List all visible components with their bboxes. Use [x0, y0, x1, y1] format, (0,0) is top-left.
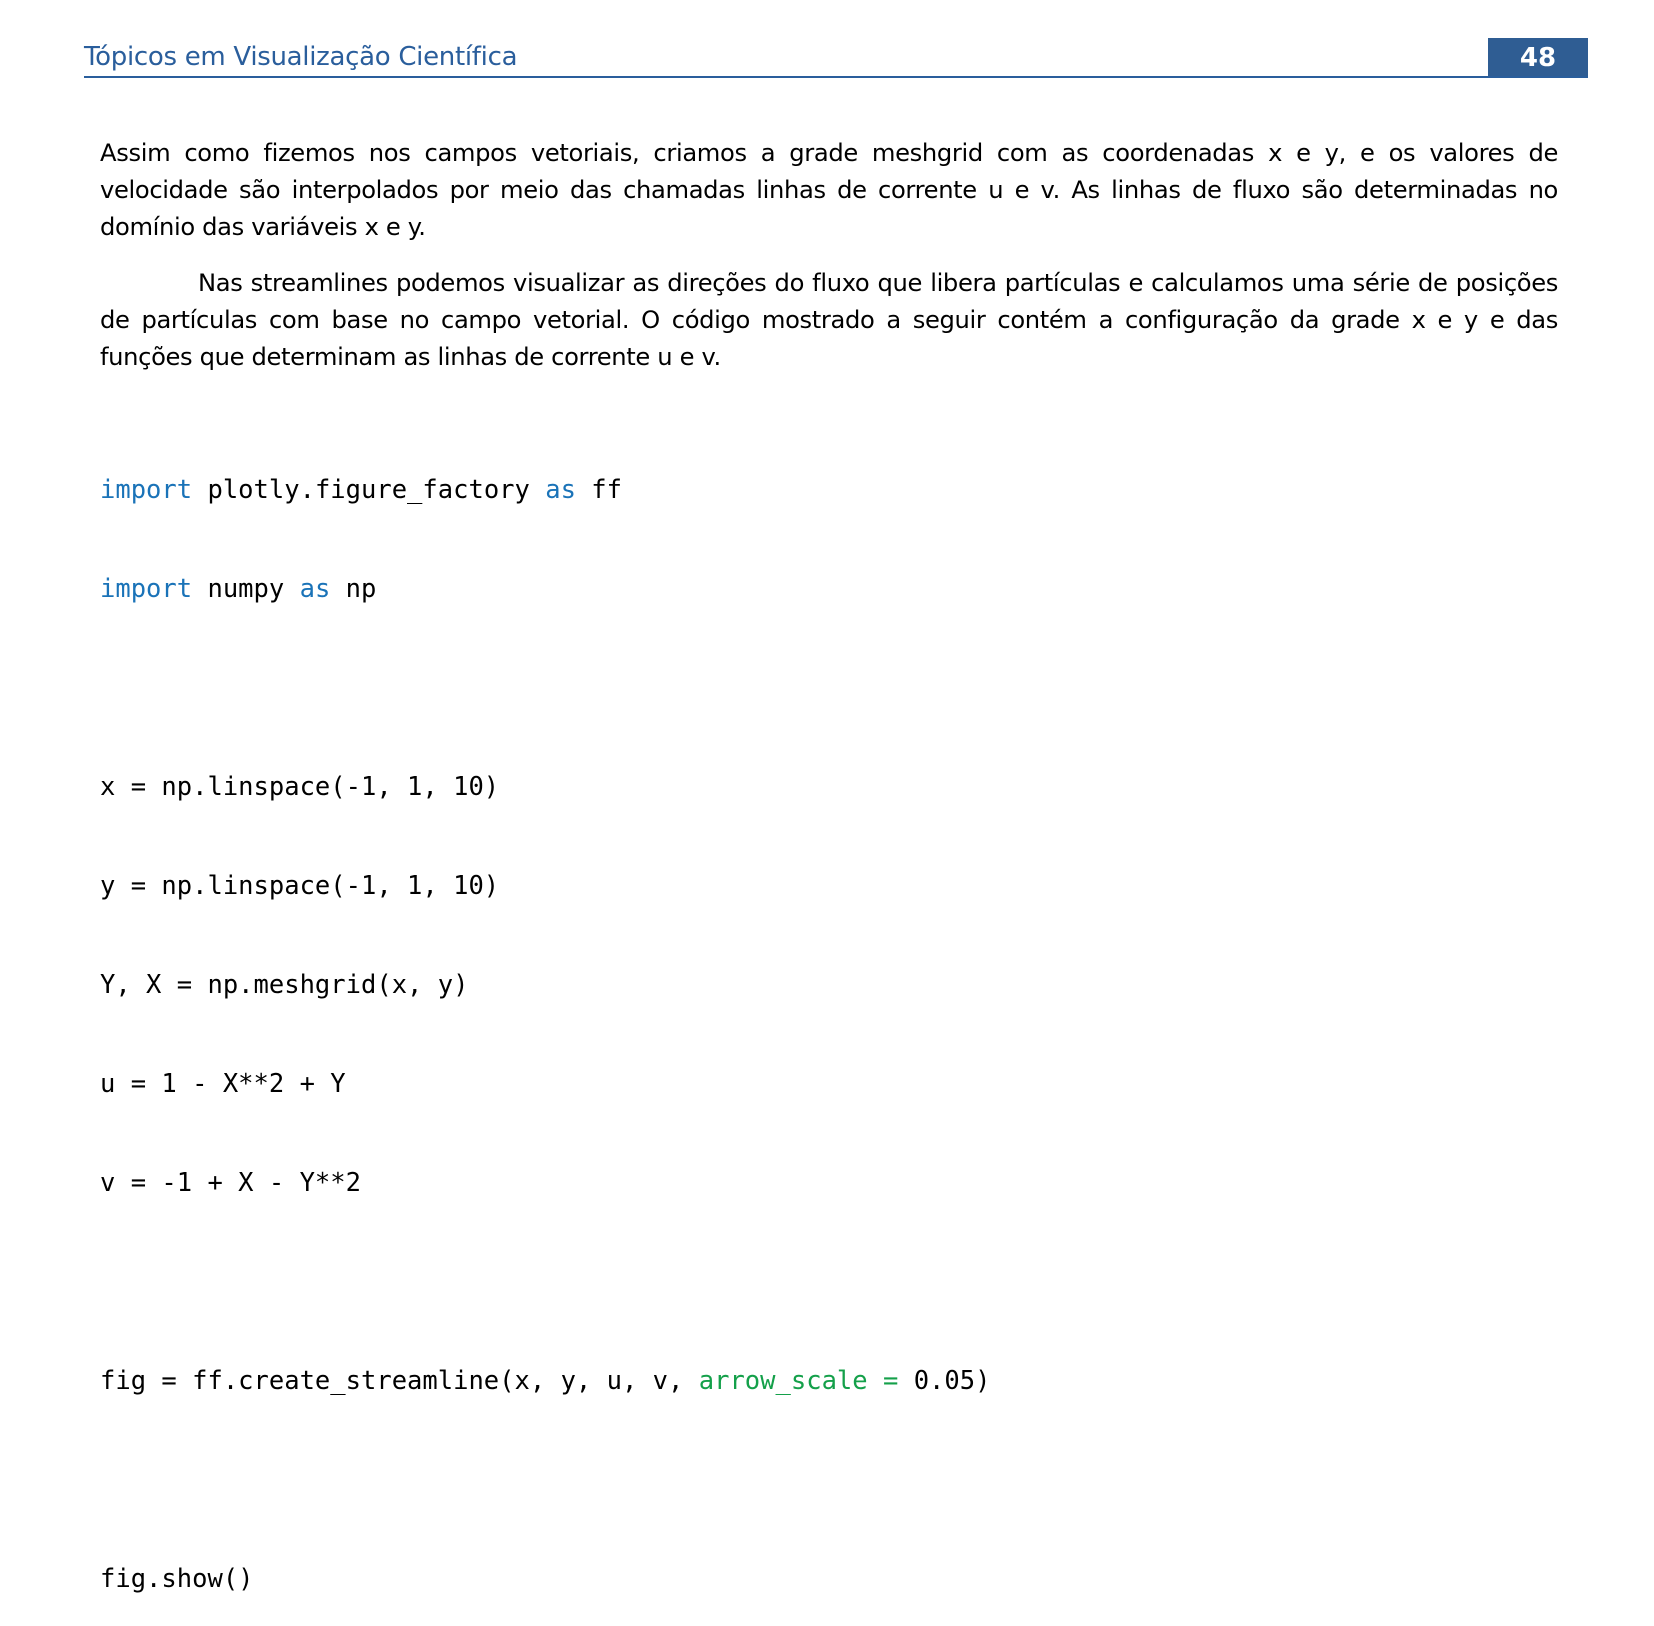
code-line-2: import numpy as np	[100, 573, 990, 606]
code-line-1: import plotly.figure_factory as ff	[100, 474, 990, 507]
code-text: 0.05)	[898, 1366, 991, 1396]
code-text: fig = ff.create_streamline(x, y, u, v,	[100, 1366, 699, 1396]
page-header: Tópicos em Visualização Científica 48	[84, 38, 1588, 78]
code-line-6: Y, X = np.meshgrid(x, y)	[100, 970, 469, 1000]
code-line-8: v = -1 + X - Y**2	[100, 1168, 361, 1198]
paragraph-1: Assim como fizemos nos campos vetoriais,…	[100, 139, 1558, 241]
code-keyword: import	[100, 574, 193, 604]
code-block: import plotly.figure_factory as ff impor…	[100, 408, 990, 1626]
page-number-badge: 48	[1488, 38, 1588, 78]
code-line-7: u = 1 - X**2 + Y	[100, 1069, 346, 1099]
code-keyword: import	[100, 475, 193, 505]
code-line-4: x = np.linspace(-1, 1, 10)	[100, 772, 500, 802]
code-text: numpy	[192, 574, 300, 604]
code-text: ff	[575, 475, 623, 505]
code-line-10: fig = ff.create_streamline(x, y, u, v, a…	[100, 1365, 990, 1398]
code-keyword: as	[299, 574, 331, 604]
code-text: np	[330, 574, 377, 604]
header-divider	[84, 76, 1588, 78]
code-text: plotly.figure_factory	[192, 475, 546, 505]
header-title: Tópicos em Visualização Científica	[84, 42, 518, 72]
code-keyword: as	[545, 475, 576, 505]
code-line-12: fig.show()	[100, 1564, 254, 1594]
paragraph-2: Nas streamlines podemos visualizar as di…	[100, 269, 1558, 371]
code-line-5: y = np.linspace(-1, 1, 10)	[100, 871, 500, 901]
code-argument: arrow_scale =	[698, 1366, 899, 1396]
